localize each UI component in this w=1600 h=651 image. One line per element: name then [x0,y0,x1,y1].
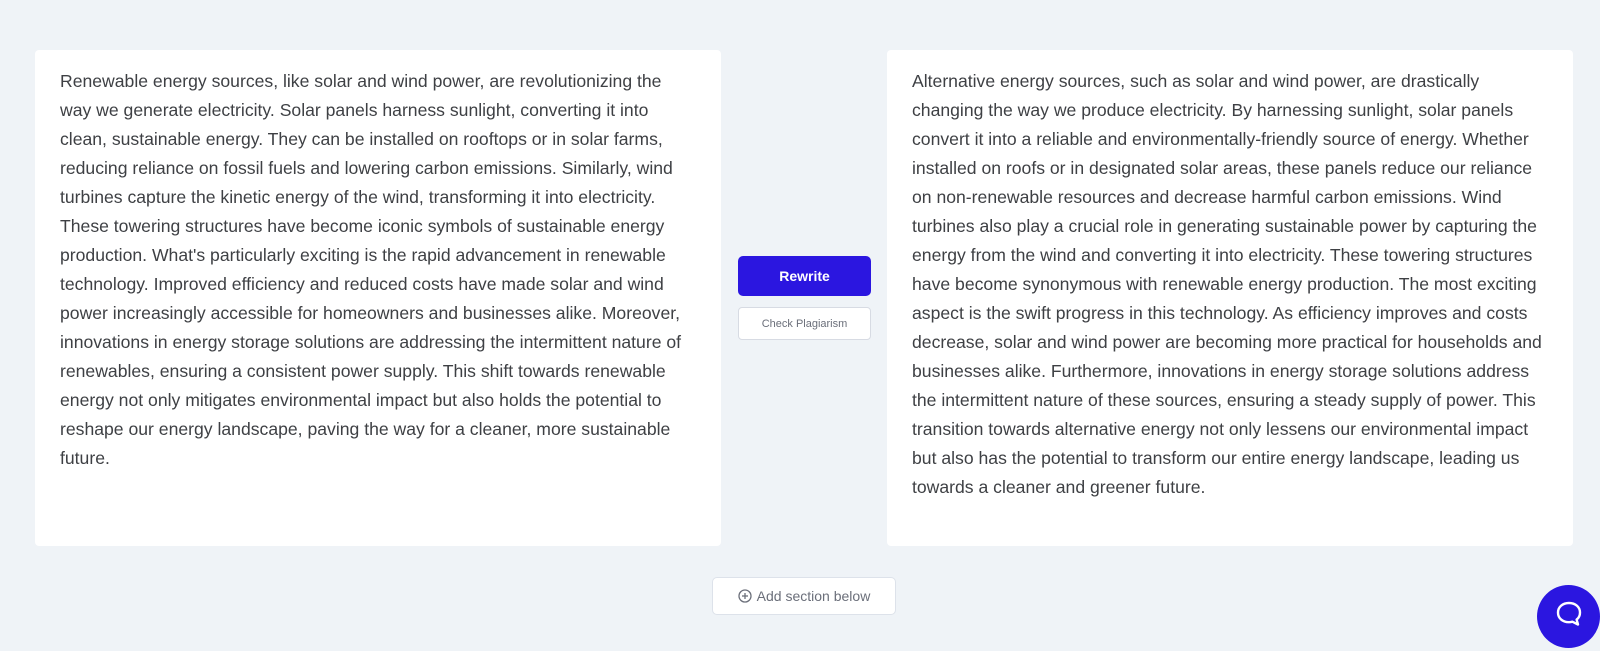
rewritten-text[interactable]: Alternative energy sources, such as sola… [912,67,1549,502]
chat-support-button[interactable] [1537,585,1600,648]
check-plagiarism-button[interactable]: Check Plagiarism [738,307,871,340]
add-section-label: Add section below [756,588,871,604]
original-text[interactable]: Renewable energy sources, like solar and… [60,67,695,473]
rewrite-button[interactable]: Rewrite [738,256,871,296]
rewritten-text-panel[interactable]: Alternative energy sources, such as sola… [887,50,1573,546]
circle-plus-icon [738,589,752,603]
original-text-panel[interactable]: Renewable energy sources, like solar and… [35,50,721,546]
add-section-button[interactable]: Add section below [712,577,896,615]
rewriter-workspace: Renewable energy sources, like solar and… [0,0,1600,651]
chat-bubble-icon [1554,599,1584,634]
